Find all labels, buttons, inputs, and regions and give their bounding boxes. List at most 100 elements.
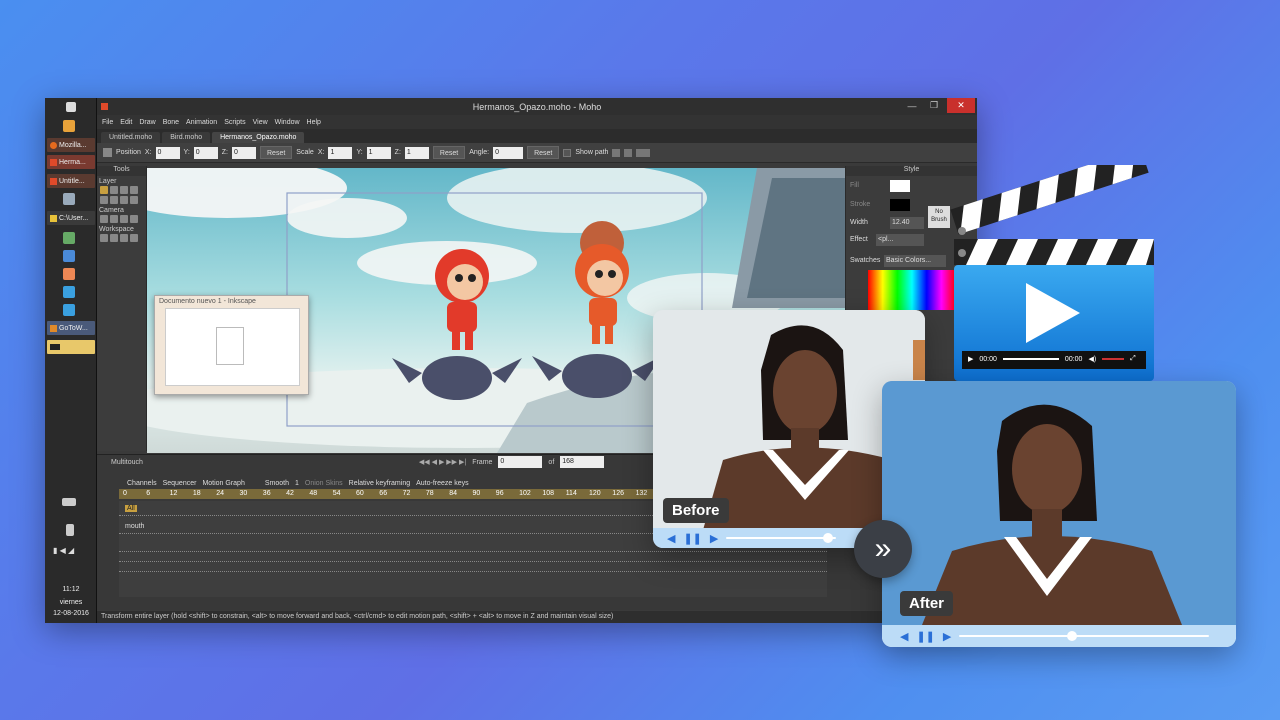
position-x-input[interactable]: 0 (155, 146, 180, 159)
select-tool-icon[interactable] (110, 186, 118, 194)
player-progress[interactable] (1002, 358, 1059, 360)
before-progress-knob[interactable] (822, 533, 833, 543)
app-icon[interactable] (63, 250, 75, 262)
file-icon[interactable] (63, 120, 75, 132)
volume-icon[interactable]: ◀) (1088, 355, 1096, 363)
dropdown-icon[interactable] (636, 148, 651, 157)
inkscape-preview-window[interactable]: Documento nuevo 1 - Inkscape (154, 295, 309, 395)
menu-window[interactable]: Window (275, 119, 300, 126)
previous-icon[interactable]: ◀ (900, 630, 908, 643)
tab-hermanos-opazo[interactable]: Hermanos_Opazo.moho (212, 132, 305, 143)
width-input[interactable]: 12.40 (890, 217, 924, 229)
flip-tool-icon[interactable] (130, 196, 138, 204)
orbit-icon[interactable] (130, 234, 138, 242)
position-z-input[interactable]: 0 (232, 146, 256, 159)
after-progress-bar[interactable] (959, 631, 1210, 641)
swatches-select[interactable]: Basic Colors... (884, 255, 946, 267)
auto-freeze-checkbox[interactable]: Auto-freeze keys (416, 480, 469, 487)
path-option-icon[interactable] (612, 148, 621, 157)
keyboard-icon[interactable] (62, 498, 76, 506)
taskbar-item-gotowebinar[interactable]: GoToW... (47, 321, 95, 335)
stroke-color-swatch[interactable] (890, 199, 910, 211)
text-tool-icon[interactable] (120, 196, 128, 204)
next-icon[interactable]: ▶ (943, 630, 951, 643)
hand-icon[interactable] (100, 234, 108, 242)
skype-icon[interactable] (63, 304, 75, 316)
volume-slider[interactable] (1102, 358, 1125, 360)
skype-icon[interactable] (63, 286, 75, 298)
compare-arrows-icon[interactable]: » (854, 520, 912, 578)
play-icon[interactable]: ▶ (968, 355, 973, 363)
close-icon[interactable]: ✕ (947, 98, 975, 113)
reset-scale-button[interactable]: Reset (432, 146, 466, 159)
color-swatches-grid[interactable] (868, 270, 956, 310)
minimize-icon[interactable]: — (901, 98, 923, 113)
tab-untitled[interactable]: Untitled.moho (101, 132, 161, 143)
angle-input[interactable]: 0 (493, 146, 524, 159)
app-icon[interactable] (63, 232, 75, 244)
tab-channels[interactable]: Channels (127, 480, 157, 487)
frame-input[interactable]: 0 (498, 456, 543, 468)
shear-tool-icon[interactable] (100, 196, 108, 204)
scale-x-input[interactable]: 1 (328, 146, 353, 159)
taskbar-item-mozilla[interactable]: Mozilla... (47, 138, 95, 152)
track-line (119, 571, 827, 572)
menu-draw[interactable]: Draw (139, 119, 155, 126)
taskbar-item-moho[interactable]: Herma... (47, 155, 95, 169)
rotate-tool-icon[interactable] (120, 186, 128, 194)
restore-icon[interactable]: ❐ (923, 98, 945, 113)
scale-tool-icon[interactable] (130, 186, 138, 194)
menu-file[interactable]: File (102, 119, 113, 126)
camera-tilt-icon[interactable] (130, 215, 138, 223)
tab-sequencer[interactable]: Sequencer (163, 480, 197, 487)
path-option-icon[interactable] (624, 148, 633, 157)
scale-y-input[interactable]: 1 (366, 146, 391, 159)
reset-position-button[interactable]: Reset (260, 146, 293, 159)
camera-pan-icon[interactable] (100, 215, 108, 223)
interpolation-count[interactable]: 1 (295, 480, 299, 487)
interpolation-select[interactable]: Smooth (265, 480, 289, 487)
chrome-icon[interactable] (63, 268, 75, 280)
taskbar-item-untitled[interactable]: Untitle... (47, 174, 95, 188)
computer-icon[interactable] (63, 193, 75, 205)
ruler-tick: 126 (612, 490, 624, 497)
menu-edit[interactable]: Edit (120, 119, 132, 126)
camera-roll-icon[interactable] (120, 215, 128, 223)
ruler-tick: 60 (356, 490, 364, 497)
taskbar-item-explorer[interactable]: C:\User... (47, 211, 95, 225)
camera-zoom-icon[interactable] (110, 215, 118, 223)
bone-tool-icon[interactable] (110, 196, 118, 204)
playback-controls[interactable]: ◀◀ ◀ ▶ ▶▶ ▶| (419, 458, 466, 466)
show-path-checkbox[interactable] (563, 148, 572, 157)
rotate-view-icon[interactable] (120, 234, 128, 242)
mouse-icon[interactable] (66, 524, 74, 536)
tab-bird[interactable]: Bird.moho (162, 132, 211, 143)
total-frames-input[interactable]: 168 (560, 456, 605, 468)
menu-view[interactable]: View (253, 119, 268, 126)
fullscreen-icon[interactable]: ⤢ (1130, 355, 1136, 363)
show-path-label: Show path (575, 149, 609, 156)
pause-icon[interactable]: ❚❚ (683, 532, 701, 545)
transform-layer-tool-icon[interactable] (100, 186, 108, 194)
no-brush-button[interactable]: No Brush (928, 206, 950, 228)
tab-motion-graph[interactable]: Motion Graph (202, 480, 244, 487)
reset-angle-button[interactable]: Reset (527, 146, 560, 159)
after-progress-knob[interactable] (1066, 631, 1077, 641)
onion-skins-button[interactable]: Onion Skins (305, 480, 343, 487)
menu-help[interactable]: Help (307, 119, 321, 126)
before-progress-bar[interactable] (726, 533, 837, 543)
scale-z-input[interactable]: 1 (404, 146, 429, 159)
previous-icon[interactable]: ◀ (667, 532, 675, 545)
next-icon[interactable]: ▶ (710, 532, 718, 545)
menu-bone[interactable]: Bone (163, 119, 179, 126)
taskbar-item-inkscape[interactable] (47, 340, 95, 354)
menu-scripts[interactable]: Scripts (224, 119, 245, 126)
position-y-input[interactable]: 0 (193, 146, 218, 159)
relative-keyframing-checkbox[interactable]: Relative keyframing (349, 480, 410, 487)
effect-select[interactable]: <pl... (876, 234, 924, 246)
windows-start-icon[interactable] (66, 102, 76, 112)
fill-color-swatch[interactable] (890, 180, 910, 192)
pause-icon[interactable]: ❚❚ (916, 630, 934, 643)
zoom-icon[interactable] (110, 234, 118, 242)
menu-animation[interactable]: Animation (186, 119, 217, 126)
